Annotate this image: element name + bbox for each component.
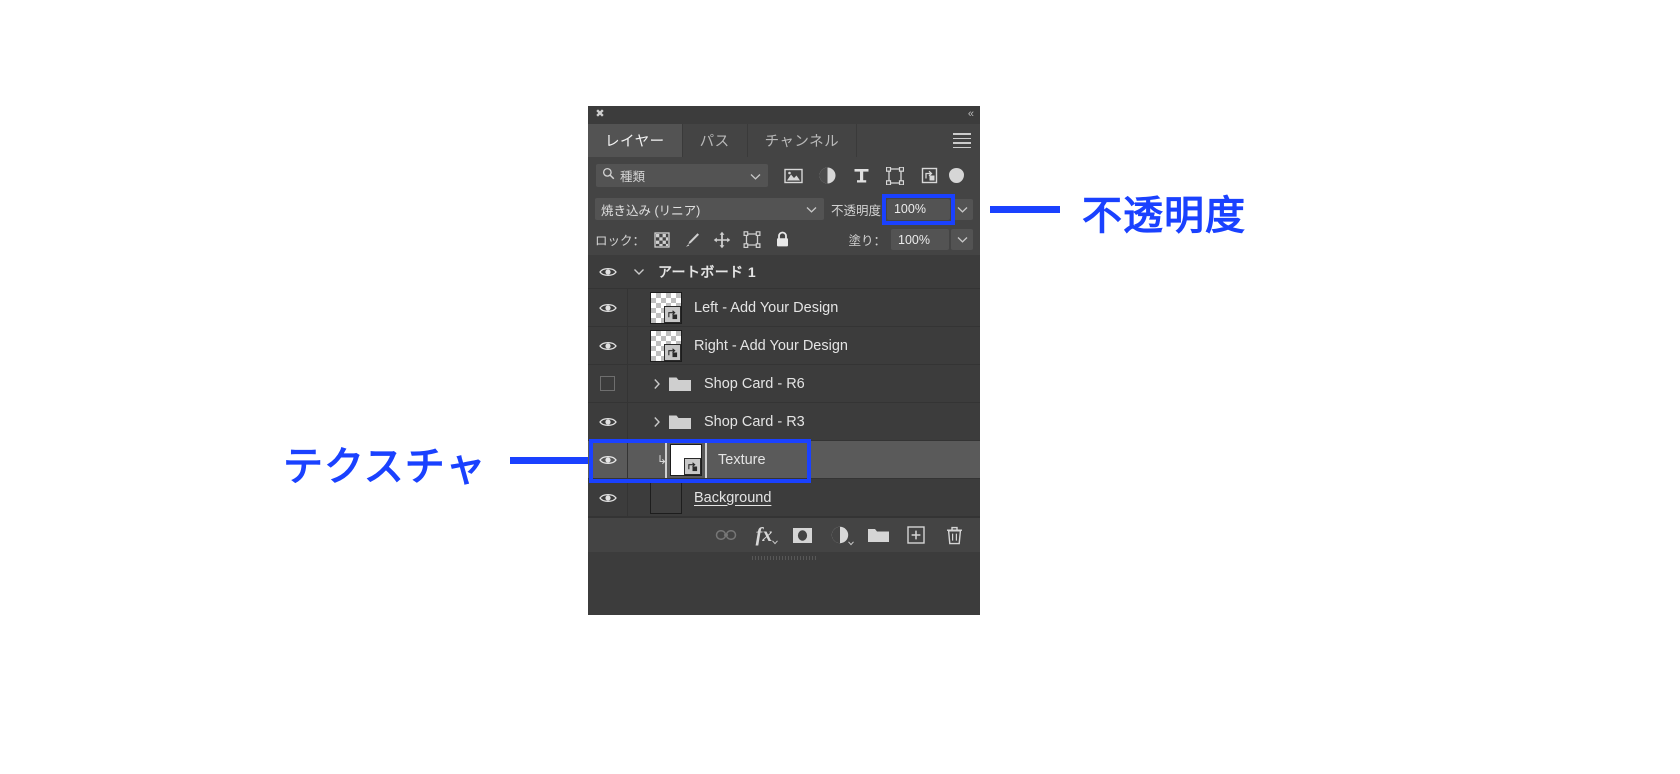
layer-name: Texture [718, 451, 766, 468]
new-adjustment-layer-icon[interactable] [821, 520, 859, 550]
opacity-stepper-chevron[interactable] [951, 198, 973, 220]
visibility-toggle[interactable] [588, 255, 628, 288]
close-icon[interactable]: ✖ [594, 108, 606, 120]
new-group-icon[interactable] [859, 520, 897, 550]
expand-collapse-chevron-icon[interactable] [628, 268, 650, 276]
layers-panel: ✖ « レイヤー パス チャンネル 種類 焼き込み (リニア) 不透明度 100… [588, 106, 980, 615]
lock-all-icon[interactable] [767, 228, 797, 252]
smart-object-badge-icon [664, 305, 681, 323]
layer-name: Shop Card - R6 [704, 375, 805, 392]
chevron-down-icon [750, 167, 761, 185]
opacity-annotation-line [990, 206, 1060, 213]
filter-pixel-icon[interactable] [776, 163, 810, 189]
panel-title-bar: ✖ « [588, 106, 980, 124]
opacity-value: 100% [893, 202, 926, 216]
filter-type-icon[interactable] [844, 163, 878, 189]
chevron-down-icon [806, 200, 817, 218]
lock-image-pixels-brush-icon[interactable] [677, 228, 707, 252]
visibility-toggle[interactable] [588, 327, 628, 364]
panel-resize-grip[interactable] [588, 552, 980, 563]
filter-shape-icon[interactable] [878, 163, 912, 189]
fill-stepper-chevron[interactable] [951, 229, 973, 250]
folder-icon [668, 374, 692, 393]
layer-row-left-add-your-design[interactable]: Left - Add Your Design [588, 289, 980, 327]
filter-enable-toggle[interactable] [949, 168, 964, 183]
fill-input[interactable]: 100% [891, 229, 949, 250]
link-layers-icon[interactable] [707, 520, 745, 550]
fx-label: fx [755, 524, 773, 546]
tab-channels-label: チャンネル [764, 134, 840, 150]
visibility-toggle[interactable] [588, 441, 628, 478]
layer-filter-row: 種類 [588, 157, 980, 194]
layer-row-texture[interactable]: ↳ Texture [588, 441, 980, 479]
opacity-label: 不透明度 [830, 203, 881, 218]
texture-annotation-line [510, 457, 588, 464]
tab-layers-label: レイヤー [605, 134, 665, 150]
collapse-panel-icon[interactable]: « [968, 107, 974, 121]
filter-kind-label: 種類 [620, 170, 646, 184]
fill-group: 塗り： 100% [848, 229, 973, 250]
fill-label: 塗り： [848, 234, 886, 248]
layer-thumbnail[interactable] [670, 443, 702, 476]
add-layer-mask-icon[interactable] [783, 520, 821, 550]
layer-list: アートボード 1 Left - Add Your Design Right - … [588, 255, 980, 517]
blend-mode-select[interactable]: 焼き込み (リニア) [595, 198, 824, 220]
smart-object-badge-icon [664, 343, 681, 361]
lock-label: ロック： [595, 234, 646, 248]
layer-thumbnail[interactable] [650, 329, 682, 362]
blend-mode-value: 焼き込み (リニア) [601, 203, 701, 218]
layer-name-edit-field[interactable]: Background [694, 490, 771, 506]
layer-thumbnail-selected-frame [665, 441, 707, 478]
lock-buttons [647, 228, 797, 252]
layer-row-artboard-1[interactable]: アートボード 1 [588, 255, 980, 289]
layer-thumbnail[interactable] [650, 481, 682, 514]
layer-name: アートボード 1 [658, 263, 757, 280]
expand-collapse-chevron-icon[interactable] [646, 378, 668, 390]
visibility-toggle[interactable] [588, 289, 628, 326]
layers-bottom-toolbar: fx [588, 517, 980, 552]
blend-opacity-row: 焼き込み (リニア) 不透明度 100% [588, 194, 980, 224]
layer-row-shop-card-r3[interactable]: Shop Card - R3 [588, 403, 980, 441]
opacity-annotation-label: 不透明度 [1082, 193, 1246, 239]
clipping-mask-icon: ↳ [656, 452, 668, 467]
panel-menu-icon[interactable] [953, 124, 971, 157]
lock-position-move-icon[interactable] [707, 228, 737, 252]
visibility-toggle[interactable] [588, 403, 628, 440]
delete-layer-icon[interactable] [935, 520, 973, 550]
layer-style-fx-icon[interactable]: fx [745, 520, 783, 550]
panel-tab-strip: レイヤー パス チャンネル [588, 124, 980, 157]
layer-name: Right - Add Your Design [694, 337, 848, 354]
filter-adjustment-icon[interactable] [810, 163, 844, 189]
tab-layers[interactable]: レイヤー [588, 124, 683, 157]
visibility-toggle[interactable] [588, 365, 628, 402]
opacity-input[interactable]: 100% [886, 198, 950, 220]
filter-kind-select[interactable]: 種類 [596, 164, 768, 187]
filter-smart-object-icon[interactable] [912, 163, 946, 189]
smart-object-badge-icon [684, 457, 701, 475]
expand-collapse-chevron-icon[interactable] [646, 416, 668, 428]
lock-fill-row: ロック： 塗り： 100% [588, 224, 980, 255]
tab-channels[interactable]: チャンネル [747, 124, 858, 157]
texture-annotation-label: テクスチャ [283, 444, 487, 490]
layer-row-right-add-your-design[interactable]: Right - Add Your Design [588, 327, 980, 365]
tab-paths-label: パス [699, 134, 730, 150]
layer-name: Left - Add Your Design [694, 299, 839, 316]
lock-artboard-nesting-icon[interactable] [737, 228, 767, 252]
search-icon [602, 167, 615, 185]
visibility-off-icon [600, 376, 615, 391]
visibility-toggle[interactable] [588, 479, 628, 516]
layer-thumbnail[interactable] [650, 291, 682, 324]
layer-row-background[interactable]: Background [588, 479, 980, 517]
lock-transparent-pixels-icon[interactable] [647, 228, 677, 252]
layer-name: Shop Card - R3 [704, 413, 805, 430]
filter-type-buttons [776, 163, 946, 189]
folder-icon [668, 412, 692, 431]
new-layer-icon[interactable] [897, 520, 935, 550]
layer-row-shop-card-r6[interactable]: Shop Card - R6 [588, 365, 980, 403]
fill-value: 100% [898, 232, 930, 247]
tab-paths[interactable]: パス [682, 124, 748, 157]
